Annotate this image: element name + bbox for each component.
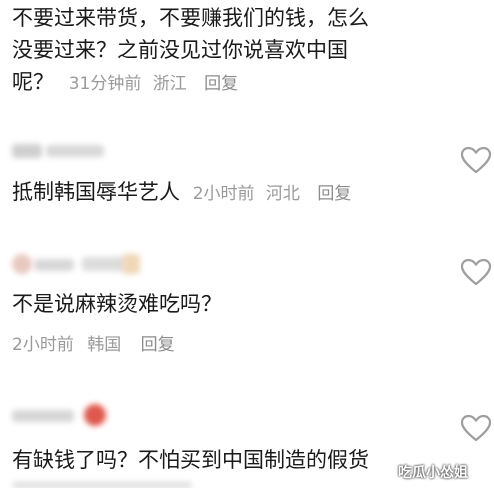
comment-text-line: 呢？ 31分钟前 浙江 回复	[12, 70, 239, 94]
reply-button[interactable]: 回复	[317, 184, 351, 204]
comment-location: 河北	[265, 184, 300, 204]
cut-off-text-blurred	[12, 482, 192, 488]
comment-3: 不是说麻辣烫难吃吗？ 2小时前 韩国 回复	[12, 252, 492, 362]
reply-button[interactable]: 回复	[204, 74, 238, 94]
comment-text-line: 抵制韩国辱华艺人 2小时前 河北 回复	[12, 176, 351, 210]
comment-text: 不是说麻辣烫难吃吗？	[12, 292, 222, 316]
heart-outline-icon[interactable]	[460, 146, 492, 174]
comment-2: 抵制韩国辱华艺人 2小时前 河北 回复	[12, 140, 492, 210]
avatar-username-blurred[interactable]	[12, 140, 108, 160]
avatar-username-blurred[interactable]	[12, 252, 142, 278]
comment-location: 浙江	[152, 74, 187, 94]
heart-outline-icon[interactable]	[460, 258, 492, 286]
comment-1: 不要过来带货，不要赚我们的钱，怎么 没要过来？之前没见过你说喜欢中国 呢？ 31…	[12, 2, 369, 100]
comment-text: 抵制韩国辱华艺人	[12, 180, 180, 204]
comment-text: 有缺钱了吗？不怕买到中国制造的假货	[12, 448, 369, 472]
comment-location: 韩国	[87, 335, 122, 355]
comment-time: 2小时前	[192, 184, 255, 204]
watermark-text: 吃瓜小怂姐	[398, 465, 468, 481]
avatar-username-blurred[interactable]	[12, 404, 112, 430]
comment-time: 2小时前	[12, 335, 74, 355]
comment-time: 31分钟前	[68, 74, 142, 94]
heart-outline-icon[interactable]	[460, 414, 492, 442]
comment-meta: 2小时前 韩国 回复	[12, 330, 183, 355]
comment-text-line: 不要过来带货，不要赚我们的钱，怎么	[12, 6, 369, 30]
reply-button[interactable]: 回复	[141, 335, 175, 355]
comment-text-line: 没要过来？之前没见过你说喜欢中国	[12, 38, 348, 62]
